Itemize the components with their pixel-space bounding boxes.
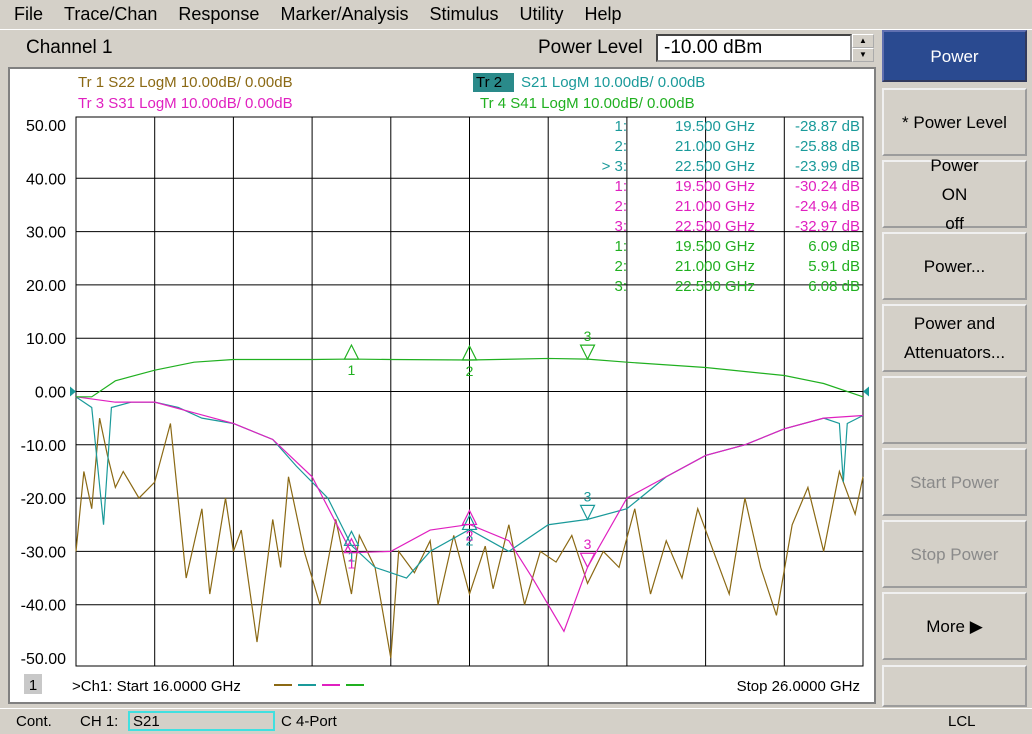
remote-status: LCL <box>948 713 976 730</box>
spin-up-icon[interactable]: ▲ <box>852 34 874 48</box>
marker-label: 3 <box>584 488 592 504</box>
softkey-stop-power[interactable]: Stop Power <box>882 520 1027 588</box>
trace-chart: 50.00 40.00 30.00 20.00 10.00 0.00 -10.00 -20.0… <box>21 73 869 695</box>
softkey-label: Start Power <box>910 472 999 492</box>
active-measurement[interactable]: S21 <box>128 711 275 731</box>
marker-label: 1 <box>348 556 356 572</box>
marker-label: 3 <box>584 328 592 344</box>
softkey-label: Stop Power <box>910 544 999 564</box>
marker-readout-freq: 22.500 GHz <box>675 158 755 175</box>
softkey-power-and-attenuators[interactable]: Power and Attenuators... <box>882 304 1027 372</box>
menu-utility[interactable]: Utility <box>520 4 564 25</box>
status-bar: Cont. CH 1: S21 C 4-Port LCL <box>0 708 1032 734</box>
marker-readout-freq: 19.500 GHz <box>675 238 755 255</box>
menu-file[interactable]: File <box>14 4 43 25</box>
menu-help[interactable]: Help <box>585 4 622 25</box>
marker-readout-val: -28.87 dB <box>795 118 860 135</box>
menu-response[interactable]: Response <box>178 4 259 25</box>
menu-tracechan[interactable]: Trace/Chan <box>64 4 157 25</box>
softkey-label: More ▶ <box>926 616 983 636</box>
marker-readout-id: 3: <box>614 218 627 235</box>
marker-readout-val: -24.94 dB <box>795 198 860 215</box>
marker-readout-freq: 22.500 GHz <box>675 278 755 295</box>
menu-stimulus[interactable]: Stimulus <box>429 4 498 25</box>
channel-bar: Channel 1 Power Level -10.00 dBm ▲ ▼ <box>6 32 876 64</box>
calibration-status: C 4-Port <box>281 713 337 730</box>
marker-readout-val: -23.99 dB <box>795 158 860 175</box>
softkey-blank[interactable] <box>882 376 1027 444</box>
start-frequency[interactable]: >Ch1: Start 16.0000 GHz <box>72 678 241 695</box>
marker-readout-freq: 22.500 GHz <box>675 218 755 235</box>
y-tick-label: 20.00 <box>26 278 66 295</box>
reference-left-icon <box>70 386 76 397</box>
spin-down-icon[interactable]: ▼ <box>852 48 874 62</box>
marker-readout-freq: 21.000 GHz <box>675 198 755 215</box>
y-tick-label: -50.00 <box>21 651 66 668</box>
trace-legend-1[interactable]: Tr 1 S22 LogM 10.00dB/ 0.00dB <box>78 74 293 91</box>
channel-number: 1 <box>29 677 37 694</box>
menu-bar: File Trace/Chan Response Marker/Analysis Sti… <box>0 0 1032 30</box>
plot-area: 50.00 40.00 30.00 20.00 10.00 0.00 -10.00 -20.0… <box>8 67 876 704</box>
marker-readout-freq: 19.500 GHz <box>675 178 755 195</box>
trace-legend-2: Tr 2 <box>476 74 502 91</box>
softkey-power[interactable]: Power <box>882 30 1027 82</box>
marker-readout-id: 2: <box>614 198 627 215</box>
marker-readout-freq: 19.500 GHz <box>675 118 755 135</box>
marker-label: 1 <box>348 362 356 378</box>
power-level-input[interactable]: -10.00 dBm <box>656 34 852 62</box>
softkey-label: Power... <box>923 256 986 276</box>
marker-readout-val: 5.91 dB <box>808 258 860 275</box>
softkey-power-level[interactable]: * Power Level <box>882 88 1027 156</box>
sweep-mode: Cont. <box>16 713 52 730</box>
trace-legend-3[interactable]: Tr 3 S31 LogM 10.00dB/ 0.00dB <box>78 95 293 112</box>
marker-label: 2 <box>466 363 474 379</box>
softkey-blank[interactable] <box>882 665 1027 707</box>
channel-status: CH 1: <box>80 713 119 730</box>
marker-readout-id: 3: <box>614 278 627 295</box>
marker-label: 2 <box>466 527 474 543</box>
softkey-label: Power <box>930 155 979 175</box>
marker-readout-id: 2: <box>614 258 627 275</box>
marker-readout-id: 2: <box>614 138 627 155</box>
marker-readout-val: -30.24 dB <box>795 178 860 195</box>
trace-legend-4[interactable]: Tr 4 S41 LogM 10.00dB/ 0.00dB <box>480 95 695 112</box>
marker-readout-id: 1: <box>614 178 627 195</box>
y-tick-label: -10.00 <box>21 438 66 455</box>
softkey-label: Power and <box>913 314 996 333</box>
softkey-label: Power <box>930 46 979 66</box>
marker-readout-freq: 21.000 GHz <box>675 258 755 275</box>
softkey-label: * Power Level <box>902 112 1007 132</box>
y-tick-label: -20.00 <box>21 491 66 508</box>
marker-readout-freq: 21.000 GHz <box>675 138 755 155</box>
marker-readout-id: > 3: <box>602 158 627 175</box>
softkey-panel: Power * Power Level Power ON off Power... Pow… <box>880 30 1030 710</box>
softkey-more[interactable]: More ▶ <box>882 592 1027 660</box>
power-level-label: Power Level <box>538 37 643 58</box>
y-tick-label: 10.00 <box>26 331 66 348</box>
trace-legend-2-detail: S21 LogM 10.00dB/ 0.00dB <box>521 74 705 91</box>
stop-frequency[interactable]: Stop 26.0000 GHz <box>737 678 860 695</box>
marker-readout-val: 6.09 dB <box>808 238 860 255</box>
y-tick-label: 50.00 <box>26 118 66 135</box>
y-tick-label: 0.00 <box>35 385 66 402</box>
softkey-label: ON <box>941 184 968 204</box>
softkey-label: Attenuators... <box>903 343 1006 362</box>
softkey-power-on-off[interactable]: Power ON off <box>882 156 1027 233</box>
marker-readout-val: -32.97 dB <box>795 218 860 235</box>
softkey-start-power[interactable]: Start Power <box>882 448 1027 516</box>
marker-readout-val: 6.08 dB <box>808 278 860 295</box>
y-tick-label: -30.00 <box>21 544 66 561</box>
marker-readout-id: 1: <box>614 118 627 135</box>
marker-label: 3 <box>584 536 592 552</box>
channel-title: Channel 1 <box>26 37 113 58</box>
menu-markeranalysis[interactable]: Marker/Analysis <box>280 4 408 25</box>
y-tick-label: 40.00 <box>26 171 66 188</box>
softkey-power[interactable]: Power... <box>882 232 1027 300</box>
y-tick-label: 30.00 <box>26 225 66 242</box>
power-level-spinner[interactable]: ▲ ▼ <box>852 34 874 62</box>
marker-readout-id: 1: <box>614 238 627 255</box>
reference-right-icon <box>863 386 869 397</box>
y-tick-label: -40.00 <box>21 598 66 615</box>
marker-readout-val: -25.88 dB <box>795 138 860 155</box>
